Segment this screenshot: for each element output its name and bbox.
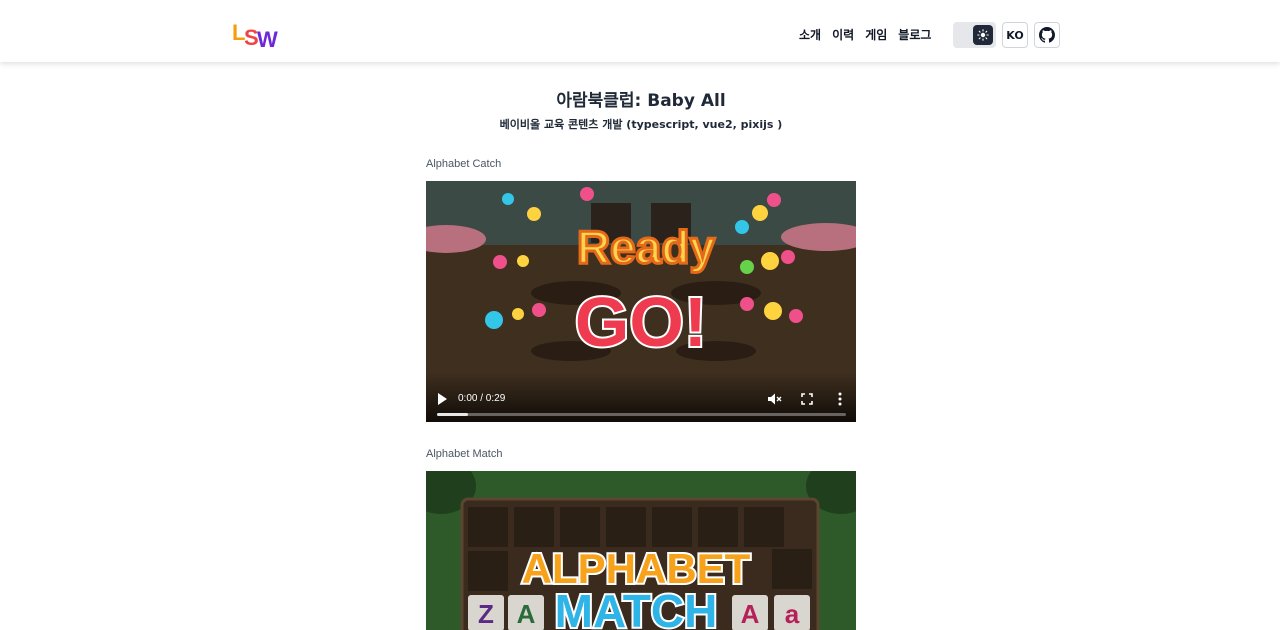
svg-text:a: a bbox=[785, 599, 800, 629]
site-header: L S W 소개 이력 게임 블로그 KO bbox=[0, 0, 1280, 62]
site-logo[interactable]: L S W bbox=[232, 19, 282, 51]
fullscreen-icon[interactable] bbox=[799, 391, 815, 407]
github-icon bbox=[1039, 27, 1055, 43]
video-player-alphabet-match[interactable]: Z A A a ALPHABET MATCH bbox=[426, 471, 856, 630]
theme-toggle[interactable] bbox=[953, 22, 996, 48]
page-subtitle: 베이비올 교육 콘텐츠 개발 (typescript, vue2, pixijs… bbox=[499, 118, 783, 131]
svg-text:Z: Z bbox=[478, 599, 494, 629]
poster-text-go: GO! bbox=[575, 283, 707, 361]
nav-blog[interactable]: 블로그 bbox=[898, 26, 931, 43]
svg-text:A: A bbox=[741, 599, 760, 629]
svg-text:W: W bbox=[257, 27, 278, 51]
video-label-alphabet-catch: Alphabet Catch bbox=[426, 158, 502, 170]
nav-career[interactable]: 이력 bbox=[832, 26, 854, 43]
video-progress bbox=[437, 413, 468, 416]
language-button[interactable]: KO bbox=[1002, 22, 1028, 48]
svg-text:A: A bbox=[517, 599, 536, 629]
video-time: 0:00 / 0:29 bbox=[458, 393, 506, 404]
poster-text-match: MATCH bbox=[555, 585, 718, 630]
video-controls: 0:00 / 0:29 bbox=[426, 372, 856, 422]
nav-games[interactable]: 게임 bbox=[865, 26, 887, 43]
main-nav: 소개 이력 게임 블로그 bbox=[799, 26, 931, 43]
video-player-alphabet-catch[interactable]: Ready GO! 0:00 / 0:29 bbox=[426, 181, 856, 422]
sun-icon bbox=[973, 25, 993, 45]
video-poster-alphabet-match: Z A A a ALPHABET MATCH bbox=[426, 471, 856, 630]
mute-icon[interactable] bbox=[766, 391, 782, 407]
video-seekbar[interactable] bbox=[437, 413, 846, 416]
poster-text-ready: Ready bbox=[577, 221, 715, 273]
video-label-alphabet-match: Alphabet Match bbox=[426, 448, 503, 460]
page-title: 아람북클럽: Baby All bbox=[556, 91, 726, 111]
nav-about[interactable]: 소개 bbox=[799, 26, 821, 43]
more-vertical-icon[interactable] bbox=[833, 391, 847, 407]
github-button[interactable] bbox=[1034, 22, 1060, 48]
play-icon[interactable] bbox=[436, 392, 448, 406]
